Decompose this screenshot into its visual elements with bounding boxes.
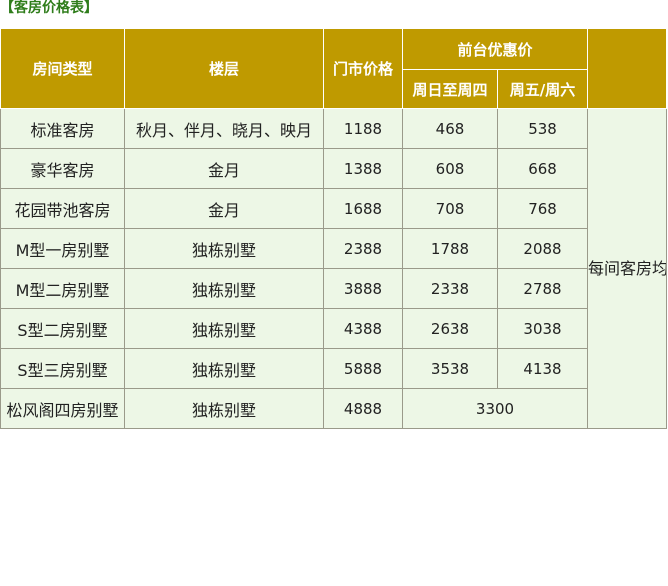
sun-thu-price-cell: 2638 <box>402 308 498 349</box>
rack-price-cell: 4388 <box>323 308 403 349</box>
header-note <box>587 28 668 109</box>
floor-cell: 金月 <box>124 188 324 229</box>
sun-thu-price-cell: 608 <box>402 148 498 189</box>
front-desk-price-merged-cell: 3300 <box>401 388 589 429</box>
header-rack-price: 门市价格 <box>323 28 403 109</box>
sun-thu-price-cell: 708 <box>402 188 498 229</box>
floor-cell: 独栋别墅 <box>124 268 324 309</box>
fri-sat-price-cell: 2088 <box>496 228 589 269</box>
table-row: S型二房别墅 独栋别墅 4388 2638 3038 <box>0 308 667 349</box>
table-row: 豪华客房 金月 1388 608 668 <box>0 148 667 189</box>
fri-sat-price-cell: 668 <box>496 148 589 189</box>
room-type-cell: S型三房别墅 <box>0 348 125 389</box>
rack-price-cell: 1388 <box>323 148 403 189</box>
table-row: 松风阁四房别墅 独栋别墅 4888 3300 <box>0 388 667 429</box>
sun-thu-price-cell: 3538 <box>402 348 498 389</box>
rack-price-cell: 1688 <box>323 188 403 229</box>
header-front-desk-price: 前台优惠价 <box>401 28 589 70</box>
room-type-cell: 豪华客房 <box>0 148 125 189</box>
note-cell: 每间客房均赠送入住期间的无限次露天温泉门票及自助早餐券。 <box>587 108 668 429</box>
room-type-cell: M型一房别墅 <box>0 228 125 269</box>
floor-cell: 独栋别墅 <box>124 348 324 389</box>
table-row: 花园带池客房 金月 1688 708 768 <box>0 188 667 229</box>
header-room-type: 房间类型 <box>0 28 125 109</box>
floor-cell: 独栋别墅 <box>124 228 324 269</box>
room-type-cell: 标准客房 <box>0 108 125 149</box>
room-type-cell: 花园带池客房 <box>0 188 125 229</box>
floor-cell: 秋月、伴月、晓月、映月 <box>124 108 324 149</box>
floor-cell: 独栋别墅 <box>124 388 324 429</box>
floor-cell: 金月 <box>124 148 324 189</box>
room-type-cell: S型二房别墅 <box>0 308 125 349</box>
sun-thu-price-cell: 2338 <box>402 268 498 309</box>
fri-sat-price-cell: 538 <box>496 108 589 149</box>
room-type-cell: M型二房别墅 <box>0 268 125 309</box>
room-type-cell: 松风阁四房别墅 <box>0 388 125 429</box>
rack-price-cell: 2388 <box>323 228 403 269</box>
rack-price-cell: 4888 <box>323 388 403 429</box>
header-fri-sat: 周五/周六 <box>496 69 589 109</box>
rack-price-cell: 5888 <box>323 348 403 389</box>
fri-sat-price-cell: 4138 <box>496 348 589 389</box>
floor-cell: 独栋别墅 <box>124 308 324 349</box>
rack-price-cell: 1188 <box>323 108 403 149</box>
table-row: M型一房别墅 独栋别墅 2388 1788 2088 <box>0 228 667 269</box>
rack-price-cell: 3888 <box>323 268 403 309</box>
table-caption: 【客房价格表】 <box>0 0 98 16</box>
fri-sat-price-cell: 2788 <box>496 268 589 309</box>
table-row: S型三房别墅 独栋别墅 5888 3538 4138 <box>0 348 667 389</box>
fri-sat-price-cell: 768 <box>496 188 589 229</box>
fri-sat-price-cell: 3038 <box>496 308 589 349</box>
sun-thu-price-cell: 468 <box>402 108 498 149</box>
header-sun-thu: 周日至周四 <box>402 69 498 109</box>
table-row: 标准客房 秋月、伴月、晓月、映月 1188 468 538 每间客房均赠送入住期… <box>0 108 668 429</box>
table-row: M型二房别墅 独栋别墅 3888 2338 2788 <box>0 268 667 309</box>
sun-thu-price-cell: 1788 <box>402 228 498 269</box>
room-price-table: 房间类型 楼层 门市价格 前台优惠价 周日至周四 周五/周六 标准客房 秋月、伴… <box>0 28 668 429</box>
header-floor: 楼层 <box>124 28 324 109</box>
